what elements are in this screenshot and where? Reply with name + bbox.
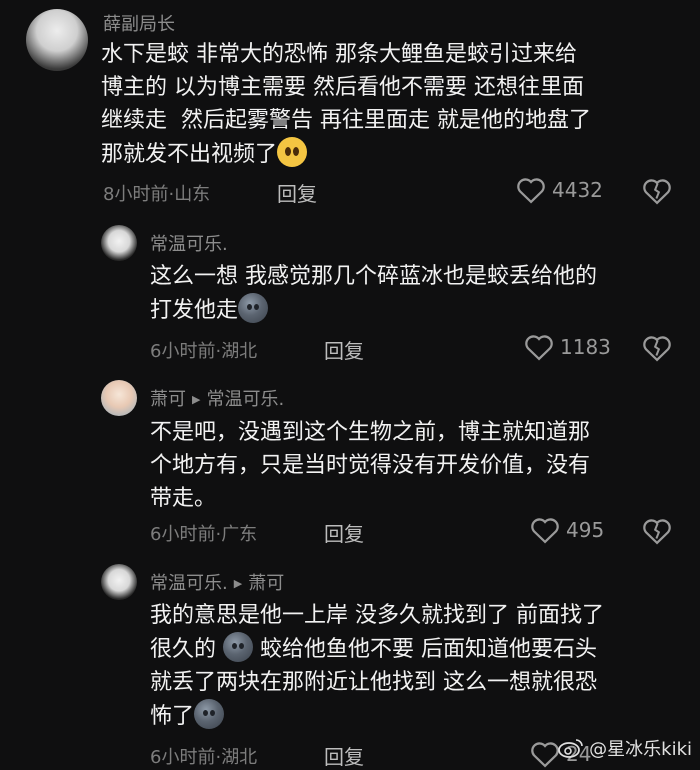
comment-author: 常温可乐. ▶ 萧可 bbox=[150, 569, 284, 595]
dislike-button[interactable] bbox=[642, 334, 672, 366]
comment-author: 萧可 ▶ 常温可乐. bbox=[150, 385, 284, 411]
reply-arrow-icon: ▶ bbox=[192, 393, 201, 406]
watermark-text: @星冰乐kiki bbox=[589, 739, 692, 760]
reply-button[interactable]: 回复 bbox=[324, 518, 364, 547]
comment-meta: 8小时前·山东 bbox=[103, 184, 211, 205]
comment-body: 不是吧，没遇到这个生物之前，博主就知道那 个地方有，只是当时觉得没有开发价值，没… bbox=[150, 420, 591, 511]
comment-meta: 6小时前·湖北 bbox=[150, 747, 258, 768]
reply-target[interactable]: 常温可乐. bbox=[206, 389, 284, 410]
heart-icon bbox=[531, 518, 559, 544]
comment-body: 这么一想 我感觉那几个碎蓝冰也是蛟丢给他的 打发他走 bbox=[150, 264, 597, 323]
comment-body: 我的意思是他一上岸 没多久就找到了 前面找了 很久的 蛟给他鱼他不要 后面知道他… bbox=[150, 603, 604, 729]
weibo-logo-icon bbox=[558, 739, 583, 758]
crying-face-icon bbox=[277, 137, 308, 167]
heart-icon bbox=[517, 178, 545, 204]
dislike-button[interactable] bbox=[642, 517, 672, 549]
reply-button[interactable]: 回复 bbox=[324, 335, 364, 364]
reply-button[interactable]: 回复 bbox=[324, 741, 364, 770]
reply-arrow-icon: ▶ bbox=[233, 577, 243, 590]
avatar[interactable] bbox=[101, 564, 137, 600]
broken-heart-icon bbox=[643, 179, 671, 205]
comment-body: 水下是蛟 非常大的恐怖 那条大鲤鱼是蛟引过来给 博主的 以为博主需要 然后看他不… bbox=[101, 42, 591, 167]
watermark: @星冰乐kiki bbox=[557, 735, 692, 761]
broken-heart-icon bbox=[643, 336, 671, 362]
comment-meta: 6小时前·广东 bbox=[150, 524, 258, 545]
reply-button[interactable]: 回复 bbox=[277, 178, 317, 207]
comment-author-name[interactable]: 常温可乐. bbox=[150, 573, 228, 594]
broken-heart-icon bbox=[643, 519, 671, 545]
like-button[interactable]: 495 bbox=[530, 516, 604, 544]
moon-face-icon bbox=[223, 632, 254, 662]
like-button[interactable]: 1183 bbox=[524, 333, 611, 361]
like-count: 4432 bbox=[552, 178, 603, 202]
like-button[interactable]: 4432 bbox=[516, 176, 603, 204]
like-count: 1183 bbox=[560, 335, 611, 359]
reply-target[interactable]: 萧可 bbox=[248, 573, 284, 594]
heart-icon bbox=[525, 335, 553, 361]
avatar[interactable] bbox=[101, 380, 137, 416]
comment-author[interactable]: 薛副局长 bbox=[103, 10, 175, 36]
moon-face-icon bbox=[194, 699, 225, 729]
heart-icon bbox=[531, 742, 559, 768]
comment-meta: 6小时前·湖北 bbox=[150, 341, 258, 362]
dislike-button[interactable] bbox=[642, 177, 672, 209]
comment-author-name[interactable]: 萧可 bbox=[150, 389, 186, 410]
avatar[interactable] bbox=[101, 225, 137, 261]
comment-author[interactable]: 常温可乐. bbox=[150, 230, 228, 256]
like-count: 495 bbox=[566, 518, 605, 542]
moon-face-icon bbox=[238, 293, 269, 323]
avatar[interactable] bbox=[26, 9, 88, 71]
